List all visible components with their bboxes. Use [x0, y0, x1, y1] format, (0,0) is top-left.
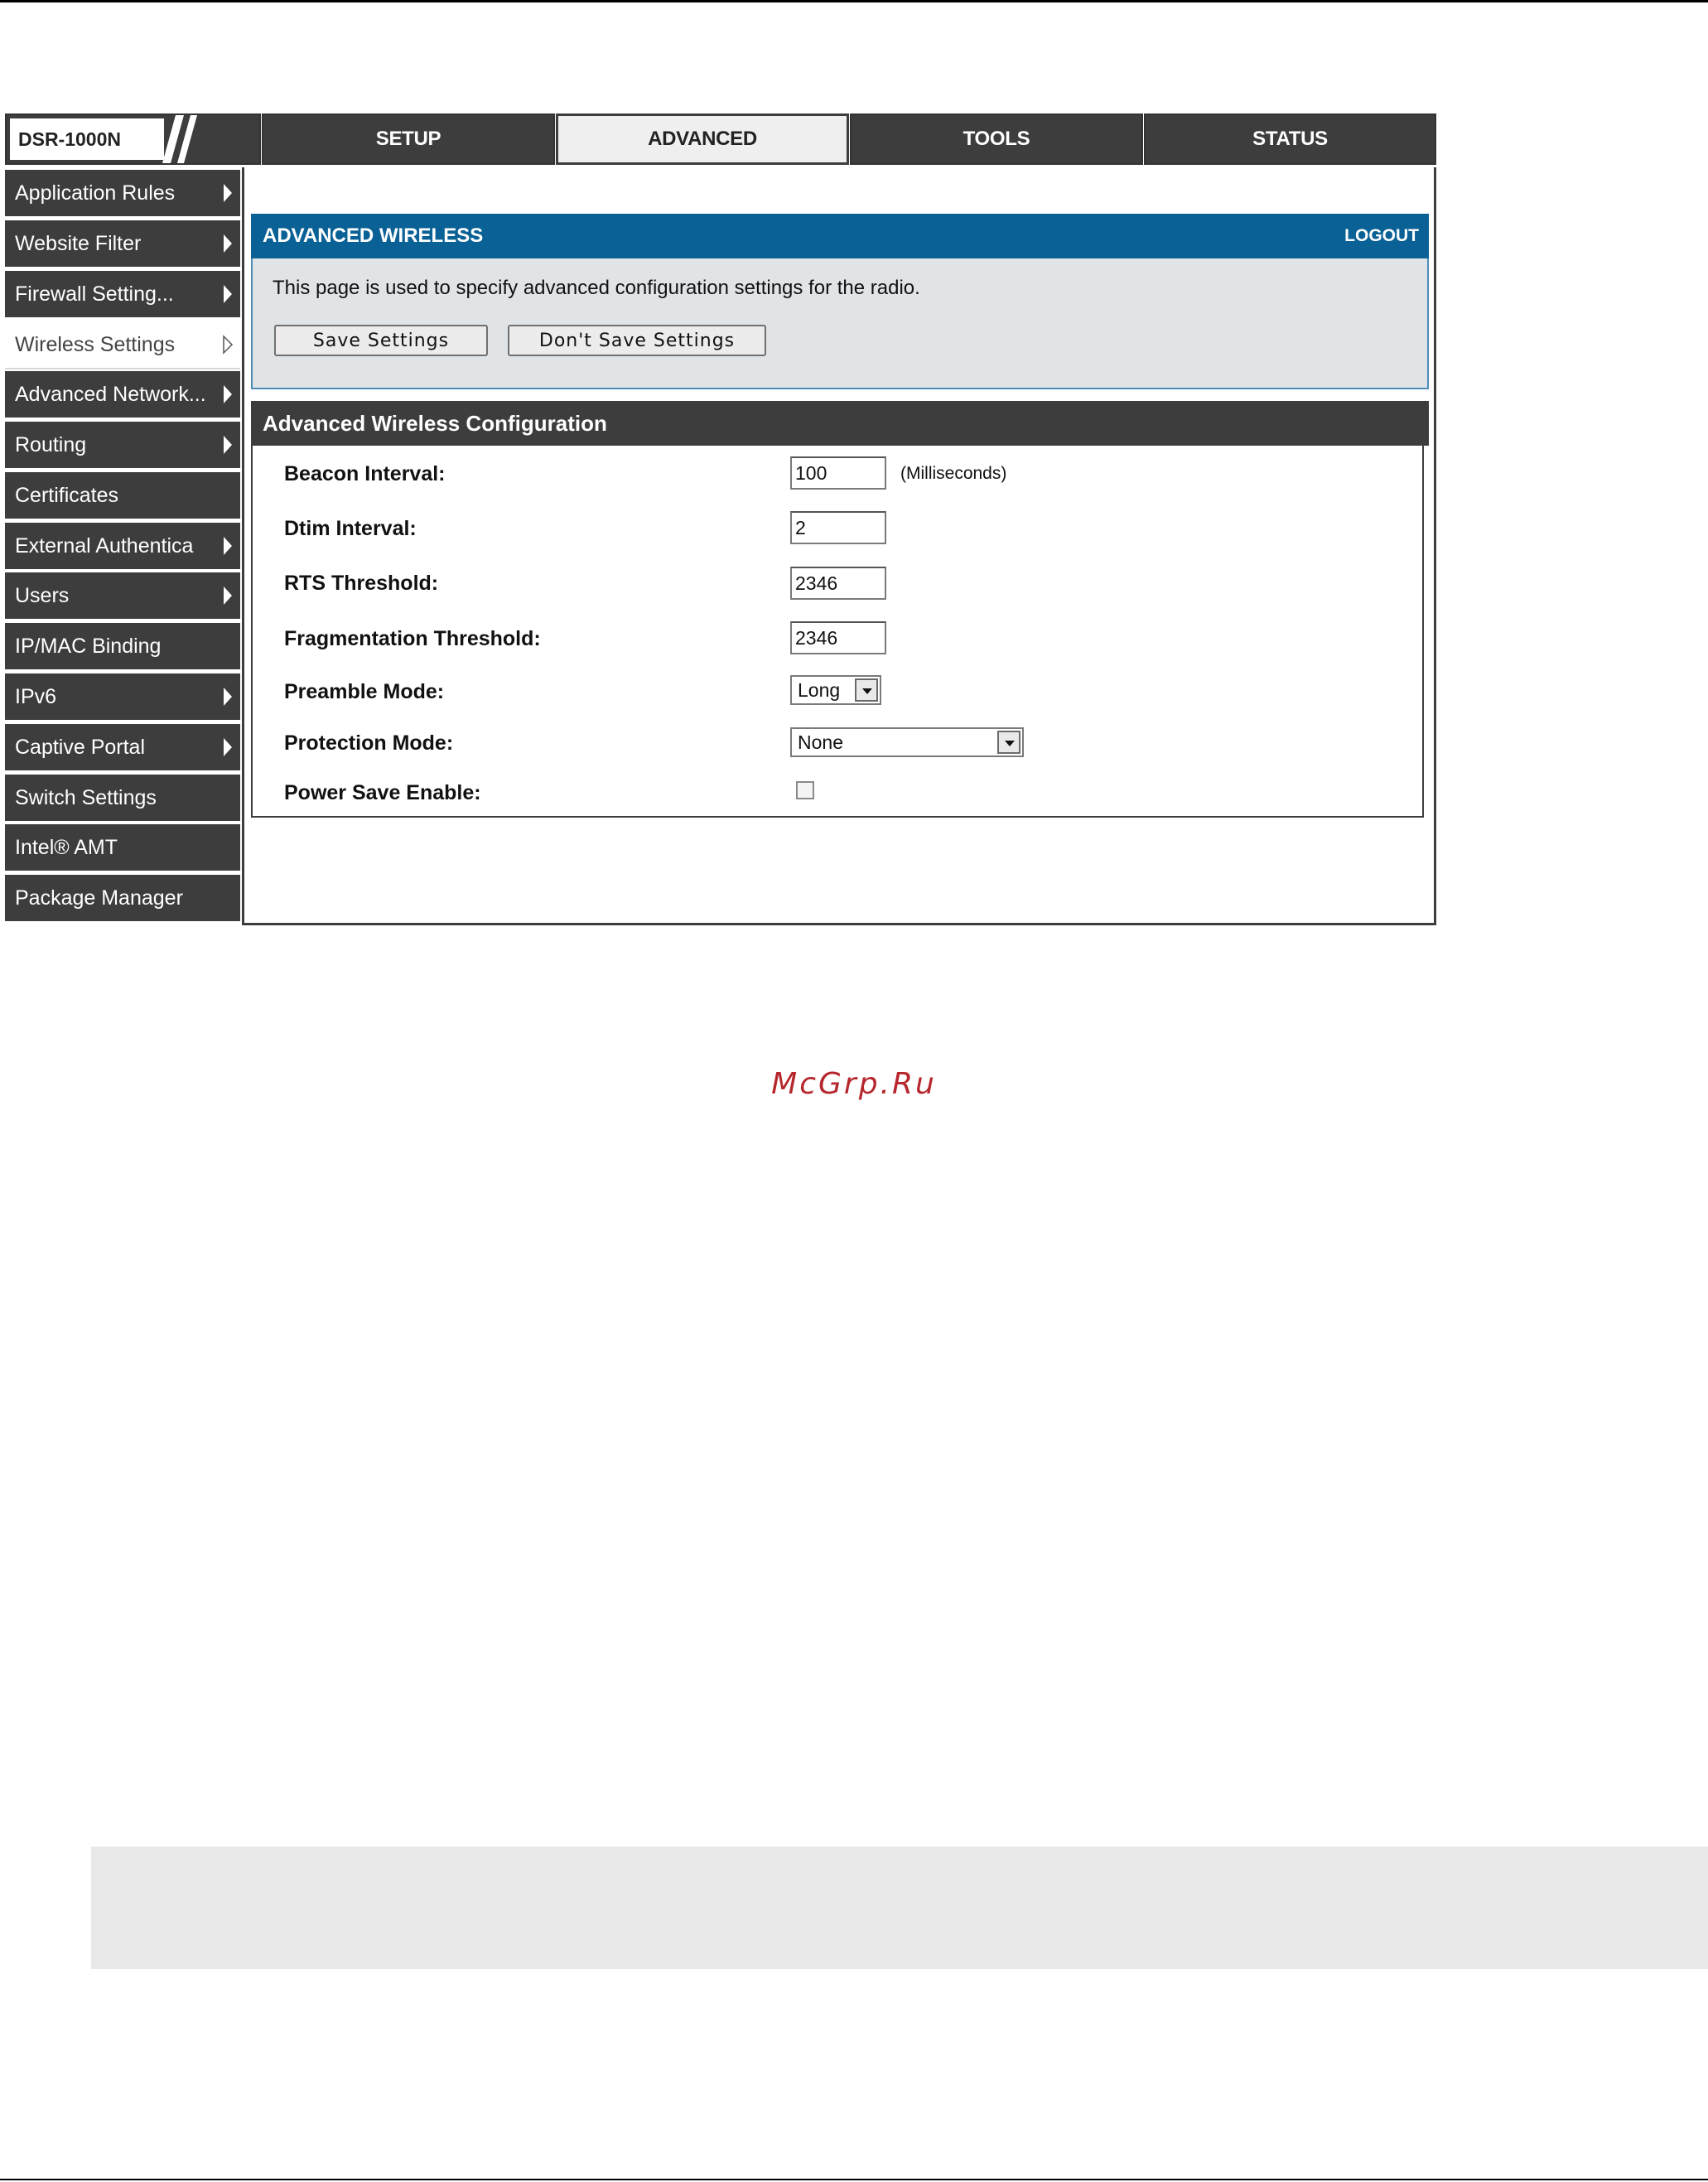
protection-mode-value: None [798, 731, 843, 753]
sidebar-item-label: Routing [15, 432, 87, 456]
fragmentation-threshold-label: Fragmentation Threshold: [284, 627, 541, 650]
protection-mode-select[interactable]: None [790, 727, 1024, 757]
arrow-right-icon [224, 385, 232, 403]
save-settings-button[interactable]: Save Settings [274, 325, 488, 356]
dont-save-settings-button[interactable]: Don't Save Settings [508, 325, 766, 356]
beacon-interval-label: Beacon Interval: [284, 462, 446, 485]
sidebar-item-ipv6[interactable]: IPv6 [5, 673, 240, 722]
sidebar-item-label: Users [15, 583, 70, 607]
top-rule [0, 0, 1708, 2]
sidebar-item-label: Captive Portal [15, 735, 146, 759]
preamble-mode-label: Preamble Mode: [284, 680, 445, 703]
sidebar-item-firewall-settings[interactable]: Firewall Setting... [5, 271, 240, 319]
info-panel: This page is used to specify advanced co… [251, 258, 1429, 389]
page-description: This page is used to specify advanced co… [273, 277, 920, 299]
preamble-mode-select[interactable]: Long [790, 675, 881, 705]
dtim-interval-input[interactable]: 2 [790, 511, 886, 544]
sidebar-item-certificates[interactable]: Certificates [5, 472, 240, 520]
tab-tools[interactable]: TOOLS [850, 113, 1143, 165]
tab-status[interactable]: STATUS [1144, 113, 1436, 165]
arrow-right-icon [224, 285, 232, 303]
power-save-checkbox[interactable] [796, 781, 814, 799]
arrow-right-icon [224, 587, 232, 605]
sidebar-item-label: Wireless Settings [15, 332, 176, 356]
sidebar-item-captive-portal[interactable]: Captive Portal [5, 724, 240, 772]
rts-threshold-input[interactable]: 2346 [790, 567, 886, 600]
chevron-down-icon[interactable] [997, 731, 1020, 754]
page-title-bar: ADVANCED WIRELESS LOGOUT [251, 214, 1429, 258]
sidebar-item-website-filter[interactable]: Website Filter [5, 220, 240, 268]
gray-band [91, 1846, 1708, 1969]
product-logo: DSR-1000N [5, 113, 261, 165]
protection-mode-label: Protection Mode: [284, 731, 454, 755]
logo-slashes-icon [162, 115, 197, 163]
sidebar-item-application-rules[interactable]: Application Rules [5, 170, 240, 218]
power-save-enable-label: Power Save Enable: [284, 781, 481, 804]
tab-advanced[interactable]: ADVANCED [556, 113, 849, 165]
tab-setup[interactable]: SETUP [262, 113, 555, 165]
logout-link[interactable]: LOGOUT [1344, 214, 1419, 258]
beacon-interval-unit: (Milliseconds) [900, 464, 1007, 483]
arrow-right-icon [224, 436, 232, 454]
sidebar-item-ip-mac-binding[interactable]: IP/MAC Binding [5, 623, 240, 671]
sidebar-item-label: IP/MAC Binding [15, 634, 162, 658]
sidebar-item-label: Switch Settings [15, 785, 157, 809]
sidebar-item-label: Certificates [15, 483, 119, 507]
dtim-interval-label: Dtim Interval: [284, 517, 417, 540]
chevron-down-icon[interactable] [855, 678, 878, 702]
sidebar-item-label: Advanced Network... [15, 382, 206, 406]
section-header: Advanced Wireless Configuration [251, 401, 1429, 446]
sidebar-item-label: Website Filter [15, 231, 142, 255]
sidebar-item-users[interactable]: Users [5, 572, 240, 620]
sidebar-item-package-manager[interactable]: Package Manager [5, 875, 240, 923]
rts-threshold-label: RTS Threshold: [284, 572, 439, 595]
sidebar-item-external-authentication[interactable]: External Authentica [5, 523, 240, 571]
arrow-right-outline-icon [223, 335, 234, 355]
arrow-right-icon [224, 537, 232, 555]
sidebar-item-intel-amt[interactable]: Intel® AMT [5, 824, 240, 872]
arrow-right-icon [224, 184, 232, 202]
sidebar-item-routing[interactable]: Routing [5, 422, 240, 470]
fragmentation-threshold-input[interactable]: 2346 [790, 621, 886, 654]
watermark-text: McGrp.Ru [771, 1067, 937, 1101]
logo-text: DSR-1000N [10, 118, 164, 160]
arrow-right-icon [224, 688, 232, 706]
arrow-right-icon [224, 234, 232, 253]
beacon-interval-input[interactable]: 100 [790, 456, 886, 490]
sidebar-item-label: Application Rules [15, 181, 176, 205]
sidebar-item-wireless-settings[interactable]: Wireless Settings [5, 321, 240, 369]
bottom-rule [0, 2179, 1708, 2180]
page-title: ADVANCED WIRELESS [263, 224, 484, 247]
preamble-mode-value: Long [798, 678, 841, 701]
sidebar-item-advanced-network[interactable]: Advanced Network... [5, 371, 240, 419]
sidebar-item-label: IPv6 [15, 684, 57, 708]
sidebar-item-label: Intel® AMT [15, 835, 118, 859]
arrow-right-icon [224, 738, 232, 756]
sidebar-item-label: Package Manager [15, 886, 183, 910]
sidebar-item-label: Firewall Setting... [15, 282, 174, 306]
sidebar-item-label: External Authentica [15, 533, 194, 558]
sidebar-item-switch-settings[interactable]: Switch Settings [5, 775, 240, 823]
config-form: Beacon Interval: 100 (Milliseconds) Dtim… [251, 446, 1424, 818]
